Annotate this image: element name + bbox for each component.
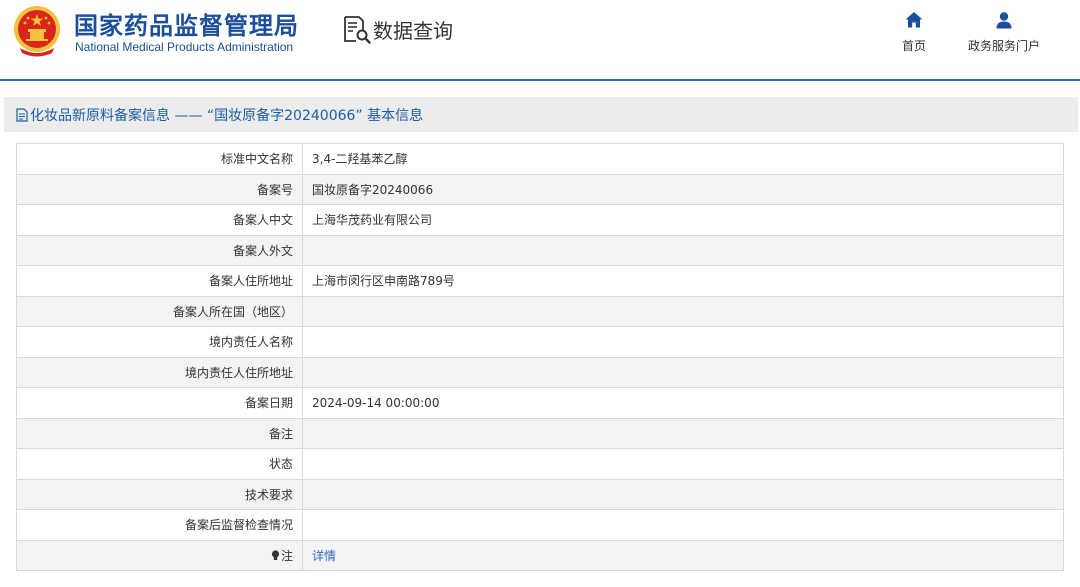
table-row: 备案人中文 上海华茂药业有限公司 [16, 204, 1064, 236]
note-value-cell: 详情 [302, 539, 1064, 571]
table-row: 备案人住所地址 上海市闵行区申南路789号 [16, 265, 1064, 297]
field-label-filer-address: 备案人住所地址 [16, 265, 303, 297]
record-detail-table: 标准中文名称 3,4-二羟基苯乙醇 备案号 国妆原备字20240066 备案人中… [16, 143, 1064, 571]
table-row: 备注 [16, 417, 1064, 449]
query-title: 数据查询 [373, 18, 453, 43]
field-label-post-filing-inspection: 备案后监督检查情况 [16, 509, 303, 541]
field-label-domestic-agent-name: 境内责任人名称 [16, 326, 303, 358]
field-value-filing-number: 国妆原备字20240066 [302, 173, 1064, 205]
field-label-domestic-agent-address: 境内责任人住所地址 [16, 356, 303, 388]
table-row: 备案号 国妆原备字20240066 [16, 173, 1064, 205]
user-icon [996, 12, 1012, 29]
field-label-remarks: 备注 [16, 417, 303, 449]
field-value-domestic-agent-name [302, 326, 1064, 358]
field-value-technical-requirements [302, 478, 1064, 510]
nav-home[interactable]: 首页 [869, 10, 959, 54]
table-row: 注 详情 [16, 539, 1064, 571]
field-value-filer-foreign [302, 234, 1064, 266]
header-divider [0, 79, 1080, 81]
field-value-filing-date: 2024-09-14 00:00:00 [302, 387, 1064, 419]
record-info-bar: 化妆品新原料备案信息 —— “国妆原备字20240066” 基本信息 [4, 97, 1078, 132]
agency-name-cn[interactable]: 国家药品监督管理局 [74, 6, 299, 41]
lightbulb-icon [271, 550, 280, 560]
field-value-remarks [302, 417, 1064, 449]
nav-service-portal[interactable]: 政务服务门户 [959, 10, 1049, 54]
field-label-status: 状态 [16, 448, 303, 480]
agency-name-en[interactable]: National Medical Products Administration [75, 40, 293, 54]
table-row: 境内责任人名称 [16, 326, 1064, 358]
nav-home-label[interactable]: 首页 [869, 37, 959, 54]
field-value-post-filing-inspection [302, 509, 1064, 541]
field-label-technical-requirements: 技术要求 [16, 478, 303, 510]
field-value-status [302, 448, 1064, 480]
field-label-filer-foreign: 备案人外文 [16, 234, 303, 266]
field-label-filing-number: 备案号 [16, 173, 303, 205]
field-label-filer-country: 备案人所在国（地区） [16, 295, 303, 327]
table-row: 备案日期 2024-09-14 00:00:00 [16, 387, 1064, 419]
table-row: 技术要求 [16, 478, 1064, 510]
document-icon [16, 107, 28, 122]
home-icon [905, 12, 923, 28]
details-link[interactable]: 详情 [312, 549, 336, 563]
field-value-standard-cn-name: 3,4-二羟基苯乙醇 [302, 143, 1064, 175]
note-label: 注 [280, 548, 293, 563]
field-label-standard-cn-name: 标准中文名称 [16, 143, 303, 175]
field-value-filer-cn: 上海华茂药业有限公司 [302, 204, 1064, 236]
document-search-icon [344, 16, 371, 44]
field-value-filer-country [302, 295, 1064, 327]
note-label-cell: 注 [16, 539, 303, 571]
record-info-title: 化妆品新原料备案信息 —— “国妆原备字20240066” 基本信息 [30, 107, 424, 124]
data-query-heading: 数据查询 [342, 14, 453, 44]
field-label-filer-cn: 备案人中文 [16, 204, 303, 236]
field-label-filing-date: 备案日期 [16, 387, 303, 419]
table-row: 状态 [16, 448, 1064, 480]
nav-portal-label[interactable]: 政务服务门户 [959, 37, 1049, 54]
table-row: 备案人外文 [16, 234, 1064, 266]
table-row: 备案人所在国（地区） [16, 295, 1064, 327]
table-row: 境内责任人住所地址 [16, 356, 1064, 388]
site-header: 国家药品监督管理局 National Medical Products Admi… [0, 0, 1080, 81]
field-value-domestic-agent-address [302, 356, 1064, 388]
table-row: 标准中文名称 3,4-二羟基苯乙醇 [16, 143, 1064, 175]
table-row: 备案后监督检查情况 [16, 509, 1064, 541]
national-emblem-icon[interactable] [12, 4, 62, 58]
field-value-filer-address: 上海市闵行区申南路789号 [302, 265, 1064, 297]
